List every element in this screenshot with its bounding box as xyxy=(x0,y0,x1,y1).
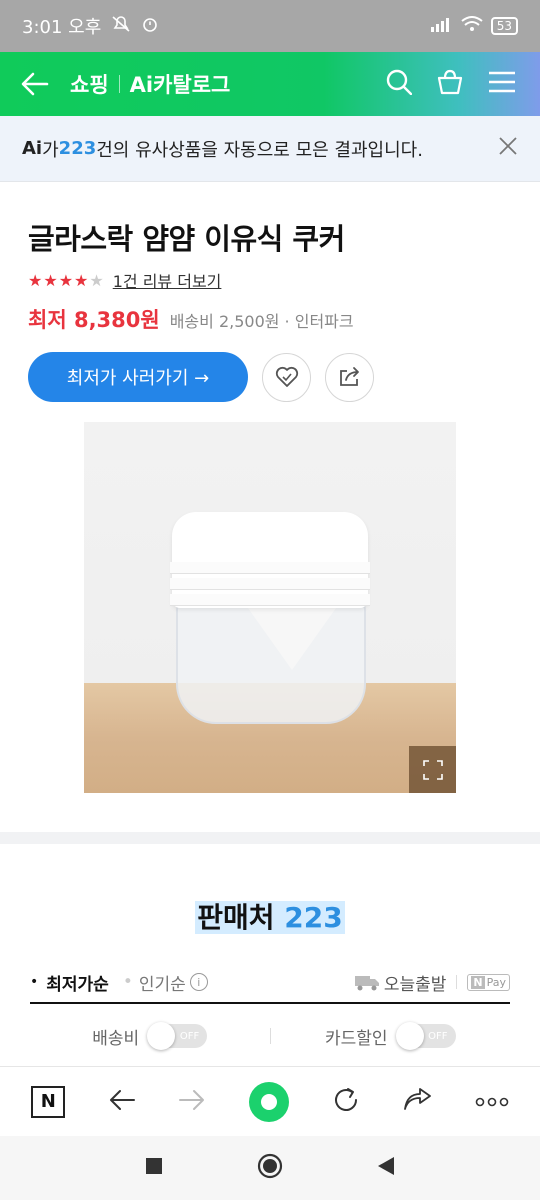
banner-close-button[interactable] xyxy=(498,136,518,161)
lowest-price: 최저 8,380원 xyxy=(28,308,160,332)
shipping-toggle[interactable]: OFF xyxy=(147,1022,208,1050)
green-dot-button[interactable] xyxy=(248,1081,289,1122)
cart-button[interactable] xyxy=(436,69,464,99)
toggle-off-label: OFF xyxy=(428,1030,448,1042)
npay-label: Pay xyxy=(486,975,506,989)
sort-tabs: • 최저가순 • 인기순 i 오늘출발 N Pay xyxy=(30,962,510,1004)
banner-count: 223 xyxy=(58,138,97,159)
section-divider xyxy=(0,832,540,844)
triangle-back-icon xyxy=(378,1157,394,1175)
shopping-link[interactable]: 쇼핑 xyxy=(70,69,109,99)
square-icon xyxy=(146,1158,162,1174)
ai-info-banner: Ai 가 223 건의 유사상품을 자동으로 모은 결과입니다. xyxy=(0,116,540,182)
banner-text-before: 가 xyxy=(42,139,59,161)
filter-row: 배송비 OFF 카드할인 OFF xyxy=(30,1016,510,1056)
forward-icon xyxy=(179,1089,205,1110)
home-button[interactable] xyxy=(257,1153,283,1183)
sellers-heading: 판매처 223 xyxy=(0,896,540,936)
review-link[interactable]: 1건 리뷰 더보기 xyxy=(113,268,222,292)
sort-separator-dot: • xyxy=(122,972,133,992)
browser-share-button[interactable] xyxy=(402,1087,432,1116)
ai-catalog-label: Ai카탈로그 xyxy=(129,73,231,97)
sellers-count: 223 xyxy=(284,901,343,934)
refresh-button[interactable] xyxy=(332,1086,360,1118)
toggle-knob xyxy=(147,1022,176,1050)
status-time: 3:01 오후 xyxy=(22,17,102,38)
rating-stars: ★★★★★ xyxy=(28,270,105,290)
sort-popular[interactable]: • 인기순 i xyxy=(123,970,208,995)
npay-logo: N xyxy=(471,975,485,989)
buy-lowest-button[interactable]: 최저가 사러가기 → xyxy=(28,352,248,402)
card-discount-filter: 카드할인 OFF xyxy=(271,1022,511,1050)
mute-icon xyxy=(111,15,131,38)
browser-toolbar: N xyxy=(0,1066,540,1136)
heart-icon xyxy=(275,366,298,387)
banner-ai-label: Ai xyxy=(22,138,43,159)
circle-home-icon xyxy=(257,1153,283,1179)
product-image[interactable] xyxy=(84,422,456,793)
product-summary: 글라스락 얌얌 이유식 쿠커 ★★★★★ 1건 리뷰 더보기 최저 8,380원… xyxy=(0,182,540,402)
app-header: 쇼핑 Ai카탈로그 xyxy=(0,52,540,116)
share-icon xyxy=(339,367,359,386)
more-button[interactable] xyxy=(475,1092,509,1111)
more-icon xyxy=(475,1097,508,1107)
toggle-off-label: OFF xyxy=(179,1030,200,1042)
product-title: 글라스락 얌얌 이유식 쿠커 xyxy=(28,222,345,256)
recent-apps-button[interactable] xyxy=(146,1158,162,1178)
wishlist-button[interactable] xyxy=(262,352,311,402)
menu-icon xyxy=(489,71,515,93)
green-dot-icon xyxy=(260,1093,277,1110)
today-ship-filter[interactable]: 오늘출발 xyxy=(354,970,447,995)
menu-button[interactable] xyxy=(488,71,516,97)
close-icon xyxy=(499,137,517,155)
naver-home-button[interactable]: N xyxy=(31,1085,66,1118)
back-arrow-icon xyxy=(21,72,49,96)
shipping-filter: 배송비 OFF xyxy=(30,1022,270,1050)
battery-indicator: 53 xyxy=(490,17,518,35)
share-button[interactable] xyxy=(325,352,374,402)
shipping-info: 배송비 2,500원 · 인터파크 xyxy=(169,312,354,331)
system-back-button[interactable] xyxy=(378,1157,394,1179)
signal-icon xyxy=(430,16,453,37)
banner-text-after: 건의 유사상품을 자동으로 모은 결과입니다. xyxy=(96,139,423,161)
card-discount-toggle[interactable]: OFF xyxy=(395,1022,456,1050)
sort-divider xyxy=(456,975,458,989)
expand-icon xyxy=(422,759,443,780)
info-icon[interactable]: i xyxy=(189,973,208,991)
sort-popular-label: 인기순 xyxy=(138,974,186,995)
expand-image-button[interactable] xyxy=(409,746,456,793)
share-arrow-icon xyxy=(404,1087,431,1110)
image-juicer-cone xyxy=(248,608,336,670)
browser-forward-button[interactable] xyxy=(178,1088,206,1116)
toggle-knob xyxy=(395,1022,424,1050)
truck-icon xyxy=(354,976,379,991)
search-icon xyxy=(386,69,413,96)
header-title: 쇼핑 Ai카탈로그 xyxy=(70,69,230,99)
wifi-icon xyxy=(461,15,483,37)
shipping-filter-label: 배송비 xyxy=(92,1028,140,1049)
alarm-icon xyxy=(141,15,159,38)
active-bullet: • xyxy=(30,974,39,990)
image-lid-ring xyxy=(170,594,370,606)
today-ship-label: 오늘출발 xyxy=(383,974,447,995)
back-icon xyxy=(109,1089,135,1110)
sort-lowest-price[interactable]: 최저가순 xyxy=(46,970,109,995)
card-discount-label: 카드할인 xyxy=(324,1028,388,1049)
refresh-icon xyxy=(334,1087,357,1111)
search-button[interactable] xyxy=(386,69,413,99)
image-lid-ring xyxy=(170,562,370,574)
npay-filter[interactable]: N Pay xyxy=(467,973,510,991)
sellers-label: 판매처 xyxy=(197,901,275,934)
browser-back-button[interactable] xyxy=(108,1088,136,1116)
image-lid-ring xyxy=(170,578,370,590)
back-button[interactable] xyxy=(0,72,70,96)
cart-icon xyxy=(437,69,463,95)
title-divider xyxy=(118,75,120,93)
status-bar: 3:01 오후 53 xyxy=(0,0,540,52)
system-navigation-bar xyxy=(0,1136,540,1200)
